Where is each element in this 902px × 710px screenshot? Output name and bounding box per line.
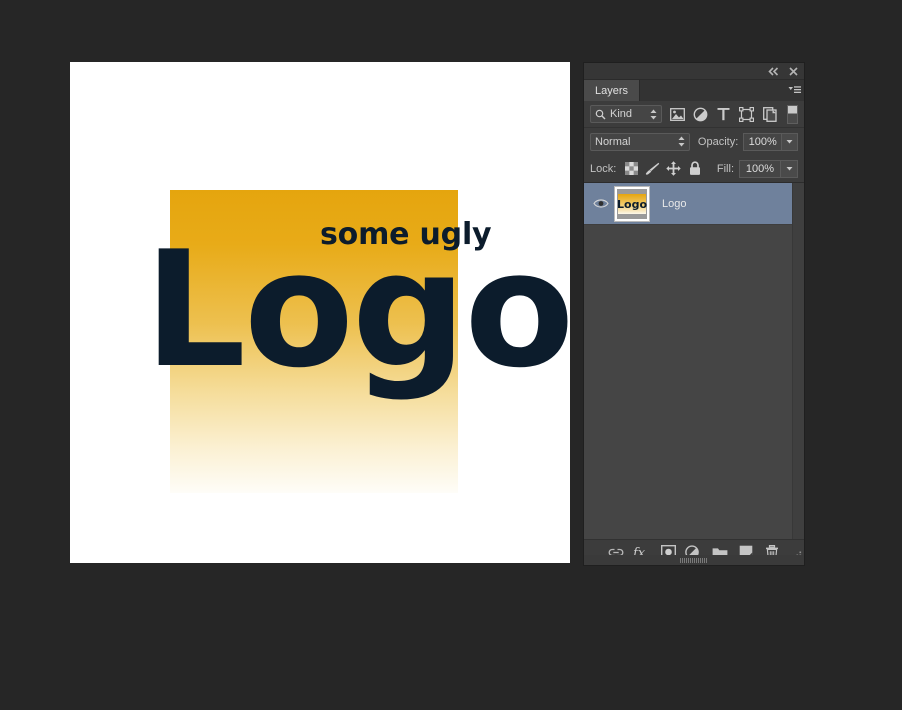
logo-title-text: Logo — [144, 230, 570, 390]
layer-filter-row: Kind — [584, 101, 804, 128]
filter-kind-stepper-icon[interactable] — [646, 109, 661, 120]
close-icon[interactable] — [788, 66, 799, 77]
panel-tab-strip: Layers — [584, 80, 804, 101]
blend-mode-dropdown[interactable]: Normal — [590, 133, 690, 151]
app-root: Logo some ugly Layers — [0, 0, 902, 710]
opacity-dropdown-arrow-icon[interactable] — [782, 133, 798, 151]
filter-adjustment-layers-icon[interactable] — [689, 103, 712, 125]
panel-titlebar — [584, 63, 804, 80]
fill-input[interactable]: 100% — [739, 160, 781, 178]
opacity-input[interactable]: 100% — [743, 133, 782, 151]
lock-position-icon[interactable] — [664, 159, 683, 178]
logo-subtitle-text: some ugly — [320, 220, 491, 250]
lock-buttons — [622, 159, 704, 178]
search-magnifier-icon — [591, 109, 606, 120]
layers-panel: Layers Kind — [583, 62, 805, 565]
layer-list[interactable]: Logo Logo — [584, 183, 804, 539]
layer-thumbnail-label: Logo — [617, 199, 647, 210]
panel-drag-handle[interactable] — [583, 555, 805, 566]
lock-label: Lock: — [590, 163, 616, 175]
lock-row: Lock: — [584, 155, 804, 183]
panel-drag-grip-lines — [680, 558, 708, 563]
layer-name-label[interactable]: Logo — [662, 198, 686, 210]
filter-smart-object-layers-icon[interactable] — [758, 103, 781, 125]
blend-mode-value: Normal — [591, 136, 634, 148]
lock-transparent-pixels-icon[interactable] — [622, 159, 641, 178]
artwork-composite: Logo some ugly — [70, 62, 570, 563]
lock-all-icon[interactable] — [685, 159, 704, 178]
lock-image-pixels-icon[interactable] — [643, 159, 662, 178]
tab-layers-label: Layers — [595, 85, 628, 97]
layer-thumbnail-art: Logo — [617, 189, 647, 219]
filter-type-layers-icon[interactable] — [712, 103, 735, 125]
filter-kind-label: Kind — [606, 108, 636, 120]
fill-dropdown-arrow-icon[interactable] — [781, 160, 798, 178]
filter-pixel-layers-icon[interactable] — [666, 103, 689, 125]
blend-mode-stepper-icon[interactable] — [674, 136, 689, 147]
filter-type-icons — [666, 103, 781, 125]
tab-strip-filler — [640, 80, 784, 101]
layer-visibility-eye-icon[interactable] — [590, 198, 612, 209]
blend-mode-row: Normal Opacity: 100% — [584, 128, 804, 155]
collapse-double-chevron-icon[interactable] — [768, 66, 779, 77]
panel-menu-icon[interactable] — [784, 80, 804, 101]
layer-thumbnail[interactable]: Logo — [614, 186, 650, 222]
filter-shape-layers-icon[interactable] — [735, 103, 758, 125]
filter-kind-dropdown[interactable]: Kind — [590, 105, 662, 123]
layer-row-logo[interactable]: Logo Logo — [584, 183, 804, 225]
opacity-label: Opacity: — [698, 136, 738, 148]
layer-list-scrollbar[interactable] — [792, 183, 804, 539]
tab-layers[interactable]: Layers — [584, 80, 640, 101]
fill-label: Fill: — [717, 163, 734, 175]
document-canvas[interactable]: Logo some ugly — [70, 62, 570, 563]
filter-enable-toggle[interactable] — [787, 105, 798, 124]
